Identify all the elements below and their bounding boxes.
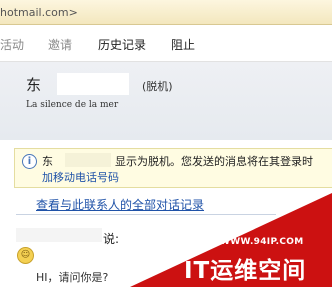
notice-redacted-name: [65, 153, 111, 167]
info-icon: i: [22, 154, 37, 169]
add-mobile-link[interactable]: 加移动电话号码: [42, 169, 119, 185]
contact-name: 东: [26, 76, 42, 94]
redacted-sender-name: [16, 228, 102, 242]
view-history-link[interactable]: 查看与此联系人的全部对话记录: [36, 196, 204, 213]
notice-text: 显示为脱机。您发送的消息将在其登录时: [115, 155, 313, 168]
address-bar[interactable]: hotmail.com>: [0, 0, 332, 25]
redacted-name: [57, 73, 129, 95]
watermark-url: WWW.94IP.COM: [220, 237, 304, 247]
notice-contact-name: 东: [42, 155, 53, 168]
personal-message: La silence de la mer: [26, 100, 119, 110]
menu-bar: 活动 邀请 历史记录 阻止: [0, 25, 332, 62]
address-text: hotmail.com>: [0, 6, 78, 19]
divider: [16, 214, 276, 215]
sender-said-label: 说:: [103, 232, 120, 246]
menu-item-invite[interactable]: 邀请: [48, 36, 72, 53]
smiley-emoticon-icon: ☺: [17, 247, 34, 264]
watermark-title: IT运维空间: [184, 258, 307, 284]
menu-item-activities[interactable]: 活动: [0, 36, 24, 53]
menu-item-block[interactable]: 阻止: [171, 36, 195, 53]
offline-notice: i 东 显示为脱机。您发送的消息将在其登录时 加移动电话号码: [14, 148, 332, 188]
message-text: HI，请问你是?: [36, 271, 109, 284]
menu-item-history[interactable]: 历史记录: [98, 36, 146, 53]
presence-status: (脱机): [142, 80, 173, 93]
contact-header: 东 (脱机) La silence de la mer: [0, 62, 332, 140]
